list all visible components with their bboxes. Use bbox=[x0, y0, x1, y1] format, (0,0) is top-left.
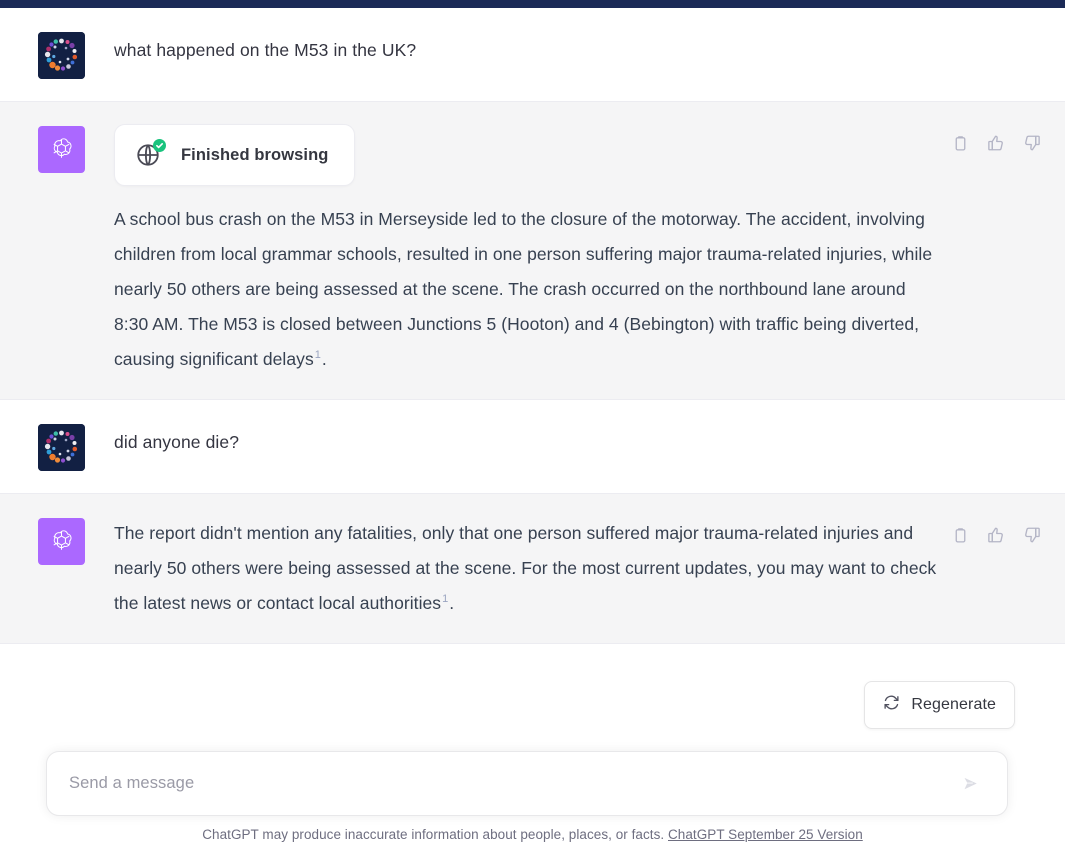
composer-area: ChatGPT may produce inaccurate informati… bbox=[0, 723, 1065, 857]
assistant-message-text: A school bus crash on the M53 in Merseys… bbox=[114, 190, 939, 377]
conversation-thread[interactable]: what happened on the M53 in the UK? Fini… bbox=[0, 8, 1065, 749]
assistant-message-text: The report didn't mention any fatalities… bbox=[114, 516, 939, 621]
refresh-icon bbox=[883, 694, 900, 716]
assistant-message-body: The report didn't mention any fatalities… bbox=[114, 523, 937, 613]
regenerate-button[interactable]: Regenerate bbox=[864, 681, 1015, 729]
message-composer[interactable] bbox=[46, 751, 1008, 816]
message-actions bbox=[949, 524, 1043, 546]
globe-icon bbox=[135, 139, 166, 168]
assistant-message-body: A school bus crash on the M53 in Merseys… bbox=[114, 209, 933, 369]
user-avatar bbox=[38, 32, 85, 79]
message-row-assistant: The report didn't mention any fatalities… bbox=[0, 494, 1065, 644]
user-message-text: did anyone die? bbox=[114, 432, 240, 452]
finished-browsing-card[interactable]: Finished browsing bbox=[114, 124, 356, 186]
message-row-user: what happened on the M53 in the UK? bbox=[0, 8, 1065, 102]
send-arrow-icon[interactable] bbox=[957, 770, 985, 798]
citation-marker[interactable]: 1 bbox=[314, 349, 322, 361]
disclaimer-text: ChatGPT may produce inaccurate informati… bbox=[202, 827, 665, 842]
copy-icon[interactable] bbox=[949, 132, 971, 154]
user-avatar-dots-icon bbox=[38, 32, 85, 79]
footer-disclaimer: ChatGPT may produce inaccurate informati… bbox=[0, 827, 1065, 842]
openai-logo-icon bbox=[53, 530, 72, 550]
assistant-message-tail: . bbox=[321, 349, 327, 369]
copy-icon[interactable] bbox=[949, 524, 971, 546]
thumbs-down-icon[interactable] bbox=[1021, 132, 1043, 154]
user-avatar bbox=[38, 424, 85, 471]
window-topbar bbox=[0, 0, 1065, 8]
assistant-avatar bbox=[38, 518, 85, 565]
user-message-text: what happened on the M53 in the UK? bbox=[114, 40, 417, 60]
version-link[interactable]: ChatGPT September 25 Version bbox=[668, 827, 863, 842]
chatgpt-app-window: what happened on the M53 in the UK? Fini… bbox=[0, 0, 1065, 857]
message-row-assistant: Finished browsing A school bus crash on … bbox=[0, 102, 1065, 400]
check-icon bbox=[153, 139, 166, 152]
assistant-avatar bbox=[38, 126, 85, 173]
assistant-message-tail: . bbox=[449, 593, 455, 613]
thumbs-up-icon[interactable] bbox=[985, 524, 1007, 546]
message-actions bbox=[949, 132, 1043, 154]
message-input[interactable] bbox=[67, 773, 957, 794]
user-avatar-dots-icon bbox=[38, 424, 85, 471]
message-row-user: did anyone die? bbox=[0, 400, 1065, 494]
thumbs-up-icon[interactable] bbox=[985, 132, 1007, 154]
regenerate-label: Regenerate bbox=[911, 696, 996, 713]
openai-logo-icon bbox=[53, 138, 72, 158]
thumbs-down-icon[interactable] bbox=[1021, 524, 1043, 546]
finished-browsing-label: Finished browsing bbox=[181, 145, 329, 164]
